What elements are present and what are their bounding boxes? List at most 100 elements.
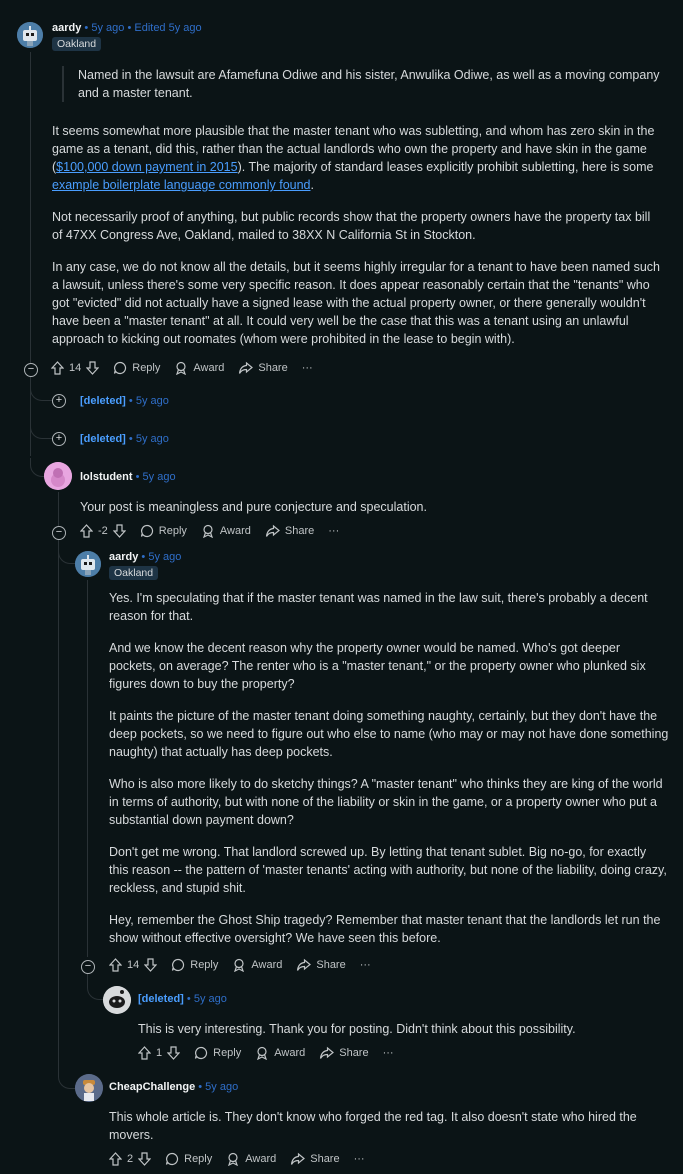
more-icon: ···	[382, 1047, 394, 1059]
more-options-button[interactable]: ···	[302, 362, 313, 374]
username[interactable]: CheapChallenge	[109, 1081, 195, 1093]
award-icon	[228, 1152, 239, 1166]
award-icon	[234, 958, 245, 972]
award-button[interactable]: Award	[226, 1152, 276, 1166]
avatar-aardy[interactable]	[75, 551, 101, 577]
downvote-icon[interactable]	[112, 524, 126, 538]
reply-icon	[114, 361, 127, 375]
comment-meta-lolstudent: lolstudent • 5y ago	[80, 471, 176, 483]
upvote-icon[interactable]	[109, 1152, 122, 1166]
reply-button[interactable]: Reply	[165, 1152, 212, 1166]
timestamp[interactable]: 5y ago	[91, 22, 124, 34]
more-options-button[interactable]: ···	[328, 525, 339, 537]
award-icon	[257, 1046, 268, 1060]
reply-button[interactable]: Reply	[171, 958, 218, 972]
avatar-deleted[interactable]	[103, 986, 131, 1014]
thread-line-c2-children[interactable]	[58, 538, 59, 1071]
snoo-default-avatar-icon	[103, 986, 131, 1014]
timestamp[interactable]: 5y ago	[194, 993, 227, 1005]
thread-line-c3[interactable]	[87, 580, 88, 957]
timestamp[interactable]: 5y ago	[136, 433, 169, 445]
link-down-payment[interactable]: $100,000 down payment in 2015	[56, 160, 237, 174]
edited-label: Edited 5y ago	[134, 22, 202, 34]
action-bar-c3: 14 Reply Award Share ···	[109, 958, 385, 972]
share-button[interactable]: Share	[290, 1152, 340, 1166]
collapse-toggle[interactable]: −	[24, 363, 38, 377]
award-button[interactable]: Award	[201, 524, 251, 538]
reply-icon	[166, 1152, 179, 1166]
reply-button[interactable]: Reply	[140, 524, 187, 538]
share-button[interactable]: Share	[238, 361, 288, 375]
paragraph-1: This whole article is. They don't know w…	[109, 1110, 637, 1142]
timestamp[interactable]: 5y ago	[205, 1081, 238, 1093]
award-button[interactable]: Award	[232, 958, 282, 972]
collapse-toggle[interactable]: −	[81, 960, 95, 974]
paragraph-3: In any case, we do not know all the deta…	[52, 260, 660, 346]
thread-curve-c3	[58, 545, 75, 564]
downvote-icon[interactable]	[167, 1046, 181, 1060]
thread-line-root[interactable]	[30, 52, 31, 370]
paragraph-1: This is very interesting. Thank you for …	[138, 1022, 576, 1036]
timestamp[interactable]: 5y ago	[136, 395, 169, 407]
reply-button[interactable]: Reply	[194, 1046, 241, 1060]
avatar-cheapchallenge[interactable]	[75, 1074, 103, 1102]
reply-button[interactable]: Reply	[113, 361, 160, 375]
timestamp[interactable]: 5y ago	[148, 551, 181, 563]
action-bar-c5: 2 Reply Award Share ···	[109, 1152, 379, 1166]
award-icon	[202, 524, 213, 538]
more-options-button[interactable]: ···	[383, 1047, 394, 1059]
reply-icon	[140, 524, 153, 538]
username[interactable]: [deleted]	[138, 993, 184, 1005]
link-boilerplate[interactable]: example boilerplate language commonly fo…	[52, 178, 311, 192]
downvote-icon[interactable]	[144, 958, 158, 972]
username[interactable]: lolstudent	[80, 471, 133, 483]
robot-avatar-icon	[17, 22, 43, 48]
award-button[interactable]: Award	[174, 361, 224, 375]
action-bar-c1: 14 Reply Award Share ···	[51, 361, 327, 375]
username[interactable]: [deleted]	[80, 433, 126, 445]
share-button[interactable]: Share	[296, 958, 346, 972]
score: -2	[98, 525, 108, 537]
paragraph-5: Don't get me wrong. That landlord screwe…	[109, 845, 667, 895]
separator-dot: •	[135, 471, 143, 483]
score: 14	[127, 959, 140, 971]
share-button[interactable]: Share	[265, 524, 314, 538]
more-icon: ···	[359, 959, 371, 971]
share-icon	[239, 361, 254, 374]
paragraph-4: Who is also more likely to do sketchy th…	[109, 777, 663, 827]
username[interactable]: [deleted]	[80, 395, 126, 407]
timestamp[interactable]: 5y ago	[143, 471, 176, 483]
username[interactable]: aardy	[52, 22, 81, 34]
robot-avatar-icon	[75, 551, 101, 577]
more-options-button[interactable]: ···	[360, 959, 371, 971]
award-button[interactable]: Award	[255, 1046, 305, 1060]
score: 14	[69, 362, 82, 374]
expand-toggle[interactable]: +	[52, 394, 66, 408]
expand-toggle[interactable]: +	[52, 432, 66, 446]
upvote-icon[interactable]	[80, 524, 93, 538]
comment-body-aardy-1: Named in the lawsuit are Afamefuna Odiwe…	[52, 66, 664, 362]
share-icon	[320, 1046, 335, 1059]
action-bar-c4: 1 Reply Award Share ···	[138, 1046, 408, 1060]
paragraph-6: Hey, remember the Ghost Ship tragedy? Re…	[109, 913, 661, 945]
thread-curve-d1	[30, 388, 53, 401]
downvote-icon[interactable]	[138, 1152, 152, 1166]
upvote-icon[interactable]	[138, 1046, 151, 1060]
share-button[interactable]: Share	[319, 1046, 369, 1060]
separator-dot: •	[186, 993, 194, 1005]
avatar-lolstudent[interactable]	[44, 462, 72, 490]
more-options-button[interactable]: ···	[354, 1153, 365, 1165]
thread-curve-c2	[30, 458, 45, 477]
username[interactable]: aardy	[109, 551, 138, 563]
collapse-toggle[interactable]: −	[52, 526, 66, 540]
upvote-icon[interactable]	[109, 958, 122, 972]
award-icon	[176, 361, 187, 375]
avatar-aardy[interactable]	[17, 22, 43, 48]
vote-group: 14	[51, 361, 100, 375]
downvote-icon[interactable]	[86, 361, 100, 375]
share-icon	[297, 958, 312, 971]
comment-meta-aardy-2: aardy • 5y ago	[109, 551, 181, 563]
share-icon	[265, 524, 280, 537]
upvote-icon[interactable]	[51, 361, 64, 375]
thread-line-c2[interactable]	[58, 492, 59, 526]
